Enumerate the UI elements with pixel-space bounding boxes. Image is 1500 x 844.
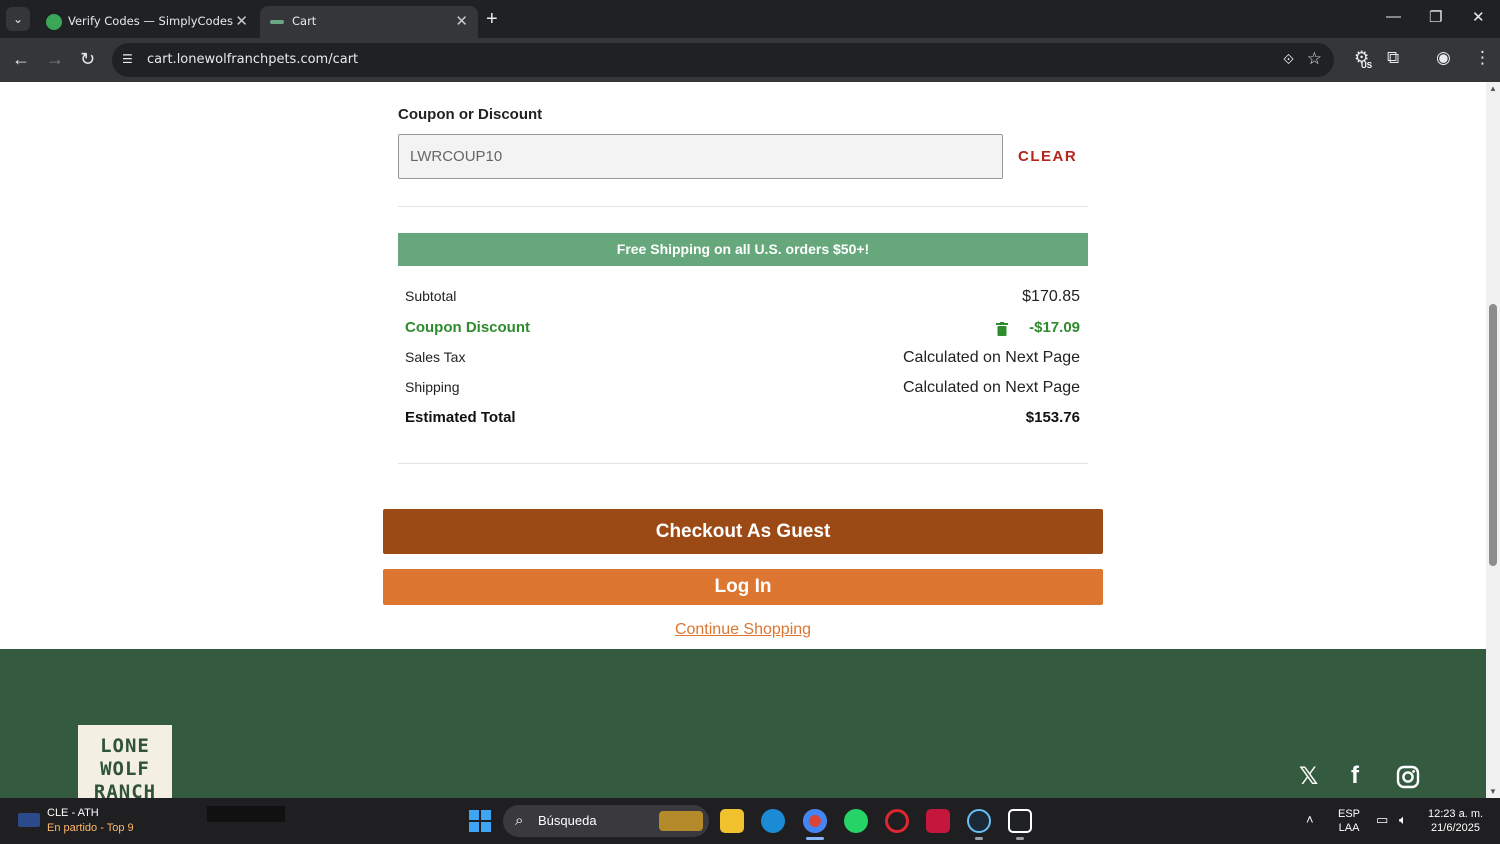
sales-tax-row: Sales Tax Calculated on Next Page <box>405 349 1080 373</box>
close-window-icon[interactable]: ✕ <box>1472 8 1485 26</box>
scroll-down-icon[interactable]: ▼ <box>1489 787 1497 796</box>
tab-title: Verify Codes — SimplyCodes <box>68 14 233 28</box>
bookmark-star-icon[interactable]: ☆ <box>1307 49 1322 69</box>
clock-date: 21/6/2025 <box>1431 822 1480 834</box>
show-hidden-icons-chevron[interactable]: ˄ <box>1306 812 1314 827</box>
language-indicator[interactable]: ESP LAA <box>1338 807 1360 835</box>
lone-wolf-ranch-logo[interactable]: LONE WOLF RANCH <box>78 725 172 798</box>
free-shipping-banner: Free Shipping on all U.S. orders $50+! <box>398 233 1088 266</box>
facebook-icon[interactable]: f <box>1351 762 1359 790</box>
discount-value: -$17.09 <box>1029 319 1080 336</box>
divider <box>398 206 1088 207</box>
active-app-indicator <box>806 837 824 840</box>
widget-subtitle: En partido - Top 9 <box>47 822 134 834</box>
translate-icon[interactable]: ⟐ <box>1283 51 1294 68</box>
site-footer: LONE WOLF RANCH 𝕏 f <box>0 649 1486 798</box>
scrollbar-thumb[interactable] <box>1489 304 1497 566</box>
subtotal-label: Subtotal <box>405 288 457 304</box>
reload-icon[interactable]: ↻ <box>80 48 95 70</box>
url-text[interactable]: cart.lonewolfranchpets.com/cart <box>147 52 358 67</box>
new-tab-button[interactable]: + <box>486 8 498 31</box>
clear-coupon-button[interactable]: CLEAR <box>1018 148 1077 165</box>
cart-page: Coupon or Discount CLEAR Free Shipping o… <box>0 82 1486 798</box>
simplycodes-favicon-icon <box>46 14 62 30</box>
log-in-button[interactable]: Log In <box>383 569 1103 605</box>
profile-icon[interactable]: ◉ <box>1436 48 1451 68</box>
subtotal-row: Subtotal $170.85 <box>405 288 1080 312</box>
lang-code: ESP <box>1338 808 1361 820</box>
coupon-label: Coupon or Discount <box>398 106 543 123</box>
restore-icon[interactable]: ❐ <box>1429 8 1442 26</box>
taskbar-widget-strip <box>207 806 285 822</box>
address-bar[interactable]: ☰ cart.lonewolfranchpets.com/cart ⟐ ☆ <box>112 43 1334 77</box>
coupon-discount-row: Coupon Discount -$17.09 <box>405 319 1080 343</box>
checkout-as-guest-button[interactable]: Checkout As Guest <box>383 509 1103 554</box>
edge-icon[interactable] <box>761 809 785 833</box>
chrome-icon[interactable] <box>803 809 827 833</box>
x-icon[interactable]: 𝕏 <box>1299 762 1318 791</box>
layout-code: LAA <box>1338 822 1360 834</box>
instagram-icon[interactable] <box>1396 765 1420 789</box>
estimated-total-label: Estimated Total <box>405 409 516 426</box>
divider <box>398 463 1088 464</box>
opera-icon[interactable] <box>885 809 909 833</box>
network-icon[interactable]: ▭ <box>1376 812 1388 828</box>
steam-icon[interactable] <box>967 809 991 833</box>
extensions-puzzle-icon[interactable]: ⧉ <box>1387 48 1399 68</box>
back-icon[interactable]: ← <box>12 48 30 70</box>
close-tab-icon[interactable]: ✕ <box>455 12 468 30</box>
clock-time: 12:23 a. m. <box>1428 808 1484 820</box>
site-info-icon[interactable]: ☰ <box>122 52 133 66</box>
search-icon: ⌕ <box>515 812 524 829</box>
tab-title: Cart <box>292 14 317 28</box>
sports-widget-icon[interactable] <box>18 813 40 827</box>
volume-icon[interactable]: 🔈︎ <box>1399 812 1407 828</box>
forward-icon[interactable]: → <box>46 48 64 70</box>
continue-shopping-link[interactable]: Continue Shopping <box>0 621 1486 639</box>
minimize-icon[interactable]: — <box>1386 8 1401 25</box>
search-placeholder: Búsqueda <box>538 813 597 828</box>
shipping-row: Shipping Calculated on Next Page <box>405 379 1080 403</box>
discount-label: Coupon Discount <box>405 319 530 336</box>
logo-text: RANCH <box>93 781 157 798</box>
logo-text: LONE <box>100 735 150 757</box>
taskbar-search[interactable]: ⌕ Búsqueda <box>503 805 709 837</box>
sales-tax-value: Calculated on Next Page <box>903 349 1080 366</box>
remove-coupon-trash-icon[interactable] <box>996 322 1008 336</box>
search-highlight-icon <box>659 811 703 831</box>
tab-verify-codes[interactable]: Verify Codes — SimplyCodes ✕ <box>36 6 258 38</box>
shipping-label: Shipping <box>405 379 460 395</box>
estimated-total-value: $153.76 <box>1025 409 1080 426</box>
logo-text: WOLF <box>100 758 150 780</box>
coupon-input[interactable] <box>398 134 1003 179</box>
subtotal-value: $170.85 <box>1022 288 1080 305</box>
file-explorer-icon[interactable] <box>720 809 744 833</box>
app-indicator <box>1016 837 1024 840</box>
sales-tax-label: Sales Tax <box>405 349 466 365</box>
close-tab-icon[interactable]: ✕ <box>235 12 248 30</box>
widget-title[interactable]: CLE - ATH <box>47 807 99 819</box>
whatsapp-icon[interactable] <box>844 809 868 833</box>
windows-taskbar: CLE - ATH En partido - Top 9 ⌕ Búsqueda … <box>0 798 1500 844</box>
app-z-icon[interactable] <box>926 809 950 833</box>
shipping-value: Calculated on Next Page <box>903 379 1080 396</box>
system-clock[interactable]: 12:23 a. m. 21/6/2025 <box>1428 807 1483 835</box>
menu-kebab-icon[interactable]: ⋮ <box>1474 48 1491 68</box>
tab-strip: ⌄ Verify Codes — SimplyCodes ✕ Cart ✕ + … <box>0 0 1500 38</box>
app-indicator <box>975 837 983 840</box>
estimated-total-row: Estimated Total $153.76 <box>405 409 1080 433</box>
extension-badge: US <box>1361 61 1373 70</box>
windows-start-icon[interactable] <box>469 810 491 832</box>
tab-cart[interactable]: Cart ✕ <box>260 6 478 38</box>
page-scrollbar[interactable]: ▲ ▼ <box>1486 82 1500 798</box>
capcut-icon[interactable] <box>1008 809 1032 833</box>
lone-wolf-favicon-icon <box>270 14 286 30</box>
browser-toolbar: ← → ↻ ☰ cart.lonewolfranchpets.com/cart … <box>0 38 1500 82</box>
tab-search-chevron-icon[interactable]: ⌄ <box>6 7 30 31</box>
scroll-up-icon[interactable]: ▲ <box>1489 84 1497 93</box>
